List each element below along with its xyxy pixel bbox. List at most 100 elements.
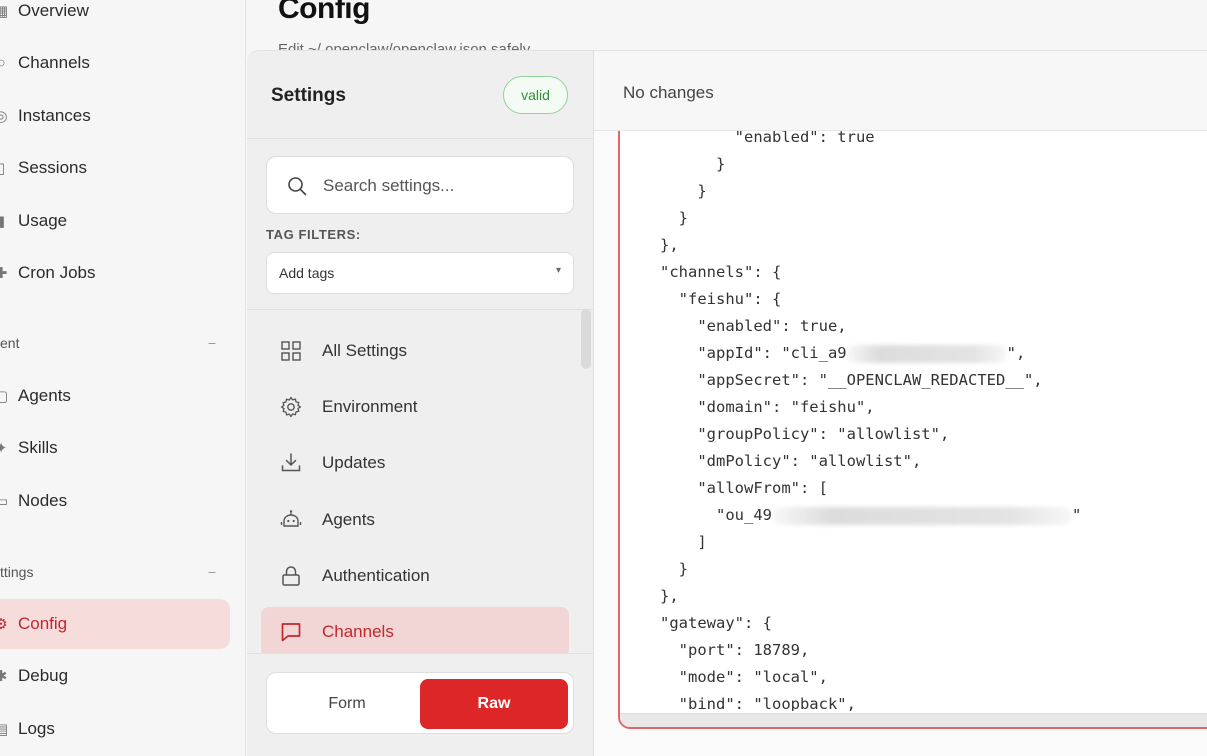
nav-item-sessions[interactable]: ▯ Sessions [0,143,230,193]
collapse-icon[interactable]: − [208,564,216,580]
code-line: "allowFrom": [ [660,479,828,497]
code-line-suffix: ", [1006,344,1026,362]
code-line-text: } [660,560,688,578]
gear-icon: ⚙ [0,616,8,633]
settings-category-list: All Settings Environment Updates Agents Auth… [261,323,569,653]
nav-section-header[interactable]: ent − [0,331,230,355]
bar-icon: ▮ [0,212,6,230]
code-line-suffix: " [1071,506,1082,524]
code-line-text: }, [660,236,679,254]
divider [247,309,594,310]
nav-item-config[interactable]: ⚙ Config [0,599,230,649]
settings-item-environment[interactable]: Environment [261,382,569,432]
link-icon: ○ [0,54,6,72]
code-line: "feishu": { [660,290,782,308]
nav-item-channels[interactable]: ○ Channels [0,38,230,88]
settings-item-authentication[interactable]: Authentication [261,551,569,601]
bug-icon: ✱ [0,668,8,686]
nav-item-logs[interactable]: ▤ Logs [0,704,230,754]
search-input[interactable] [323,171,563,201]
chat-icon [279,620,303,644]
search-box[interactable] [266,156,574,214]
settings-item-label: All Settings [322,341,408,360]
code-line-text: "ou_49 [660,506,772,524]
gear-icon [279,395,303,419]
code-line-text: } [660,155,726,173]
raw-mode-button[interactable]: Raw [420,679,568,729]
file-icon: ▯ [0,160,6,178]
status-badge: valid [503,76,568,114]
code-line: "port": 18789, [660,641,810,659]
settings-item-updates[interactable]: Updates [261,438,569,488]
nav-item-label: Sessions [18,158,87,178]
radio-icon: ◎ [0,107,8,125]
nav-section-header[interactable]: ttings − [0,560,230,584]
nav-item-label: Nodes [18,490,68,510]
code-line: }, [660,587,679,605]
nav-item-instances[interactable]: ◎ Instances [0,91,230,141]
code-line: }, [660,236,679,254]
nav-item-overview[interactable]: ▦ Overview [0,0,230,36]
code-line: "domain": "feishu", [660,398,874,416]
settings-item-label: Updates [322,453,386,473]
nav-item-label: Cron Jobs [18,263,96,282]
code-line: } [660,209,688,227]
main-nav: ▦ Overview ○ Channels ◎ Instances ▯ Sessions ▮ Us… [0,0,246,756]
collapse-icon[interactable]: − [208,335,216,351]
tag-select[interactable]: Add tags ▾ [266,252,574,294]
code-line-text: "enabled": true [660,131,875,146]
code-line-text: "appId": "cli_a9 [660,344,847,362]
horizontal-scrollbar[interactable] [620,713,1207,727]
code-line-text: "gateway": { [660,614,772,632]
nav-item-cron-jobs[interactable]: ✚ Cron Jobs [0,248,230,298]
nav-item-label: Debug [18,666,69,686]
code-line-text: "dmPolicy": "allowlist", [660,452,922,470]
form-mode-button[interactable]: Form [273,679,421,729]
tag-filters-label: TAG FILTERS: [266,227,361,242]
settings-item-label: Environment [322,397,418,417]
redacted-value [771,506,1072,525]
nav-item-debug[interactable]: ✱ Debug [0,651,230,701]
nav-section-label: ent [0,335,20,351]
nav-item-usage[interactable]: ▮ Usage [0,196,230,246]
nav-item-agents[interactable]: ▢ Agents [0,371,230,421]
chevron-down-icon: ▾ [555,265,561,276]
settings-item-label: Authentication [322,565,430,585]
code-line-text: ] [660,533,707,551]
robot-icon [279,508,303,532]
code-line-text: "bind": "loopback", [660,695,856,711]
nav-item-skills[interactable]: ✦ Skills [0,423,230,473]
nav-item-nodes[interactable]: ▭ Nodes [0,476,230,526]
code-line-text: } [660,182,707,200]
code-line: "appSecret": "__OPENCLAW_REDACTED__", [660,371,1042,389]
code-line-text: }, [660,587,679,605]
settings-scrollbar[interactable] [581,309,591,369]
code-line: "mode": "local", [660,668,828,686]
download-icon [279,451,303,475]
divider [247,653,594,654]
nav-item-label: Overview [18,1,89,20]
code-content[interactable]: "enabled": true } } }}, "channels": { "fe… [620,131,1207,711]
code-line: "dmPolicy": "allowlist", [660,452,921,470]
code-line-text: "enabled": true, [660,317,847,335]
settings-panel: Settings valid TAG FILTERS: Add tags ▾ A… [247,50,594,756]
redacted-value [846,344,1007,363]
grid-icon [279,339,303,363]
nav-item-label: Channels [18,53,90,73]
raw-json-editor[interactable]: "enabled": true } } }}, "channels": { "fe… [618,131,1207,729]
code-line: "enabled": true [660,131,875,146]
code-line-text: "groupPolicy": "allowlist", [660,425,950,443]
settings-item-channels[interactable]: Channels [261,607,569,653]
settings-item-label: Channels [322,622,394,641]
spark-icon: ✦ [0,440,8,458]
code-line-text: "channels": { [660,263,782,281]
changes-status: No changes [623,83,714,102]
folder-icon: ▢ [0,388,9,405]
code-line: "appId": "cli_a9 ", [660,344,1025,363]
code-line-text: "mode": "local", [660,668,828,686]
settings-item-agents[interactable]: Agents [261,495,569,545]
code-line: "bind": "loopback", [660,695,856,711]
settings-title: Settings [271,85,346,106]
settings-item-all-settings[interactable]: All Settings [261,326,569,376]
code-line: "channels": { [660,263,781,281]
